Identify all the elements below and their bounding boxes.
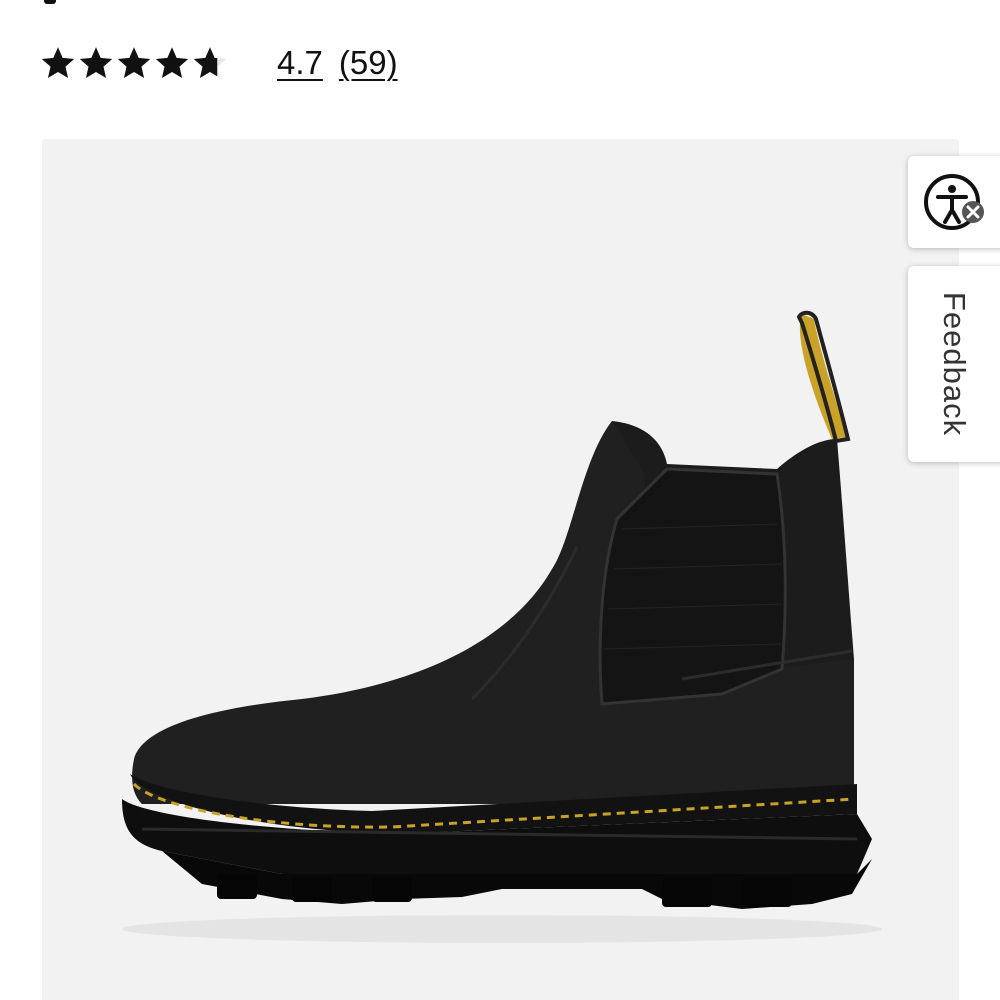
feedback-button[interactable]: Feedback <box>908 266 1000 462</box>
rating-stars <box>40 45 228 81</box>
feedback-label: Feedback <box>937 291 972 437</box>
star-icon <box>79 47 113 78</box>
product-title-clipped <box>40 0 60 4</box>
rating-value-link[interactable]: 4.7 <box>277 40 323 86</box>
star-icon <box>41 47 75 78</box>
review-count-link[interactable]: (59) <box>339 40 398 86</box>
star-icon <box>117 47 151 78</box>
star-icon <box>155 47 189 78</box>
product-page: 4.7 (59) Feedback <box>0 0 1000 1000</box>
product-image-card[interactable] <box>42 139 959 1000</box>
chelsea-boot-image <box>122 310 882 943</box>
rating-summary: 4.7 (59) <box>40 40 398 86</box>
partial-star-icon <box>193 47 227 78</box>
accessibility-widget-button[interactable] <box>908 156 1000 248</box>
accessibility-icon <box>924 174 984 230</box>
